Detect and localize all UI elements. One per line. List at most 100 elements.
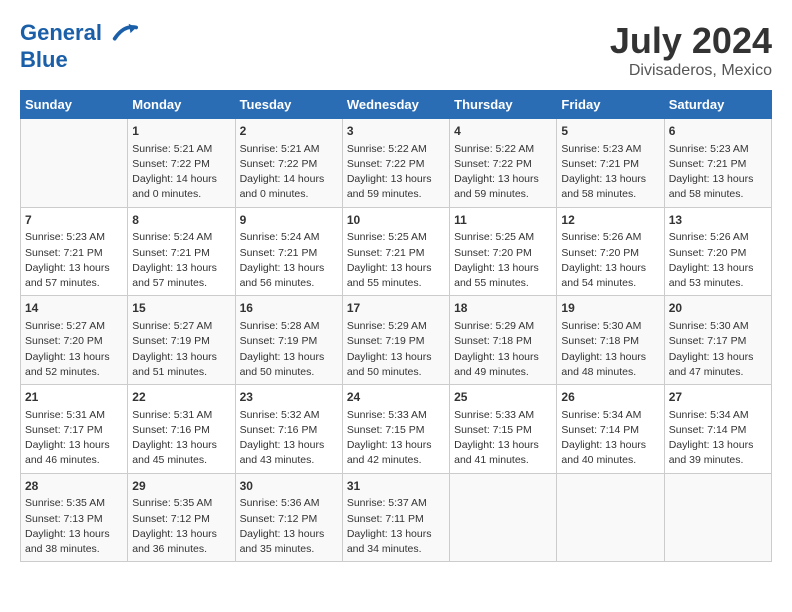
day-number: 2: [240, 123, 338, 140]
calendar-week-row: 21Sunrise: 5:31 AM Sunset: 7:17 PM Dayli…: [21, 385, 772, 474]
calendar-cell: 5Sunrise: 5:23 AM Sunset: 7:21 PM Daylig…: [557, 119, 664, 208]
day-number: 4: [454, 123, 552, 140]
day-number: 15: [132, 300, 230, 317]
cell-info: Sunrise: 5:29 AM Sunset: 7:19 PM Dayligh…: [347, 319, 445, 380]
day-number: 19: [561, 300, 659, 317]
day-number: 29: [132, 478, 230, 495]
weekday-header-monday: Monday: [128, 91, 235, 119]
calendar-week-row: 28Sunrise: 5:35 AM Sunset: 7:13 PM Dayli…: [21, 473, 772, 562]
day-number: 21: [25, 389, 123, 406]
weekday-header-friday: Friday: [557, 91, 664, 119]
title-block: July 2024 Divisaderos, Mexico: [610, 20, 772, 80]
cell-info: Sunrise: 5:24 AM Sunset: 7:21 PM Dayligh…: [132, 230, 230, 291]
day-number: 14: [25, 300, 123, 317]
calendar-cell: 16 Sunrise: 5:28 AM Sunset: 7:19 PM Dayli…: [235, 296, 342, 385]
cell-info: Sunrise: 5:21 AM Sunset: 7:22 PM Dayligh…: [132, 142, 230, 203]
cell-info: Sunrise: 5:33 AM Sunset: 7:15 PM Dayligh…: [347, 408, 445, 469]
weekday-header-thursday: Thursday: [450, 91, 557, 119]
logo-text: General Blue: [20, 20, 138, 72]
day-number: 6: [669, 123, 767, 140]
day-number: 8: [132, 212, 230, 229]
cell-info: Sunrise: 5:22 AM Sunset: 7:22 PM Dayligh…: [347, 142, 445, 203]
day-number: 9: [240, 212, 338, 229]
cell-info: Sunrise: 5:27 AM Sunset: 7:19 PM Dayligh…: [132, 319, 230, 380]
cell-info: Sunrise: 5:32 AM Sunset: 7:16 PM Dayligh…: [240, 408, 338, 469]
calendar-cell: 20 Sunrise: 5:30 AM Sunset: 7:17 PM Dayli…: [664, 296, 771, 385]
cell-info: Sunrise: 5:30 AM Sunset: 7:18 PM Dayligh…: [561, 319, 659, 380]
cell-info: Sunrise: 5:25 AM Sunset: 7:21 PM Dayligh…: [347, 230, 445, 291]
calendar-cell: 1Sunrise: 5:21 AM Sunset: 7:22 PM Daylig…: [128, 119, 235, 208]
logo: General Blue: [20, 20, 138, 72]
weekday-header-tuesday: Tuesday: [235, 91, 342, 119]
weekday-header-saturday: Saturday: [664, 91, 771, 119]
logo-icon: [110, 20, 138, 48]
day-number: 12: [561, 212, 659, 229]
calendar-cell: 18 Sunrise: 5:29 AM Sunset: 7:18 PM Dayli…: [450, 296, 557, 385]
day-number: 31: [347, 478, 445, 495]
day-number: 3: [347, 123, 445, 140]
calendar-cell: 8Sunrise: 5:24 AM Sunset: 7:21 PM Daylig…: [128, 207, 235, 296]
month-year-title: July 2024: [610, 20, 772, 62]
cell-info: Sunrise: 5:26 AM Sunset: 7:20 PM Dayligh…: [669, 230, 767, 291]
calendar-cell: 30Sunrise: 5:36 AM Sunset: 7:12 PM Dayli…: [235, 473, 342, 562]
cell-info: Sunrise: 5:29 AM Sunset: 7:18 PM Dayligh…: [454, 319, 552, 380]
location-subtitle: Divisaderos, Mexico: [610, 62, 772, 80]
cell-info: Sunrise: 5:23 AM Sunset: 7:21 PM Dayligh…: [669, 142, 767, 203]
cell-info: Sunrise: 5:22 AM Sunset: 7:22 PM Dayligh…: [454, 142, 552, 203]
calendar-cell: 23 Sunrise: 5:32 AM Sunset: 7:16 PM Dayli…: [235, 385, 342, 474]
day-number: 22: [132, 389, 230, 406]
calendar-cell: 11Sunrise: 5:25 AM Sunset: 7:20 PM Dayli…: [450, 207, 557, 296]
calendar-cell: 10Sunrise: 5:25 AM Sunset: 7:21 PM Dayli…: [342, 207, 449, 296]
calendar-cell: 9Sunrise: 5:24 AM Sunset: 7:21 PM Daylig…: [235, 207, 342, 296]
cell-info: Sunrise: 5:34 AM Sunset: 7:14 PM Dayligh…: [561, 408, 659, 469]
calendar-cell: 13Sunrise: 5:26 AM Sunset: 7:20 PM Dayli…: [664, 207, 771, 296]
cell-info: Sunrise: 5:28 AM Sunset: 7:19 PM Dayligh…: [240, 319, 338, 380]
calendar-cell: 2Sunrise: 5:21 AM Sunset: 7:22 PM Daylig…: [235, 119, 342, 208]
day-number: 18: [454, 300, 552, 317]
day-number: 16: [240, 300, 338, 317]
day-number: 5: [561, 123, 659, 140]
weekday-header-wednesday: Wednesday: [342, 91, 449, 119]
calendar-cell: [557, 473, 664, 562]
day-number: 7: [25, 212, 123, 229]
calendar-cell: 7Sunrise: 5:23 AM Sunset: 7:21 PM Daylig…: [21, 207, 128, 296]
day-number: 24: [347, 389, 445, 406]
day-number: 25: [454, 389, 552, 406]
day-number: 23: [240, 389, 338, 406]
calendar-cell: 21Sunrise: 5:31 AM Sunset: 7:17 PM Dayli…: [21, 385, 128, 474]
day-number: 11: [454, 212, 552, 229]
calendar-cell: [21, 119, 128, 208]
cell-info: Sunrise: 5:35 AM Sunset: 7:12 PM Dayligh…: [132, 496, 230, 557]
calendar-cell: 14Sunrise: 5:27 AM Sunset: 7:20 PM Dayli…: [21, 296, 128, 385]
day-number: 20: [669, 300, 767, 317]
logo-line1: General: [20, 20, 102, 45]
calendar-cell: 27 Sunrise: 5:34 AM Sunset: 7:14 PM Dayli…: [664, 385, 771, 474]
logo-line2: Blue: [20, 47, 68, 72]
calendar-cell: 29Sunrise: 5:35 AM Sunset: 7:12 PM Dayli…: [128, 473, 235, 562]
day-number: 30: [240, 478, 338, 495]
day-number: 10: [347, 212, 445, 229]
calendar-cell: 31Sunrise: 5:37 AM Sunset: 7:11 PM Dayli…: [342, 473, 449, 562]
calendar-cell: 25 Sunrise: 5:33 AM Sunset: 7:15 PM Dayli…: [450, 385, 557, 474]
cell-info: Sunrise: 5:30 AM Sunset: 7:17 PM Dayligh…: [669, 319, 767, 380]
weekday-header-row: SundayMondayTuesdayWednesdayThursdayFrid…: [21, 91, 772, 119]
cell-info: Sunrise: 5:33 AM Sunset: 7:15 PM Dayligh…: [454, 408, 552, 469]
calendar-week-row: 14Sunrise: 5:27 AM Sunset: 7:20 PM Dayli…: [21, 296, 772, 385]
calendar-cell: 15 Sunrise: 5:27 AM Sunset: 7:19 PM Dayli…: [128, 296, 235, 385]
calendar-cell: 28Sunrise: 5:35 AM Sunset: 7:13 PM Dayli…: [21, 473, 128, 562]
calendar-cell: [664, 473, 771, 562]
calendar-cell: 24 Sunrise: 5:33 AM Sunset: 7:15 PM Dayli…: [342, 385, 449, 474]
calendar-cell: 17 Sunrise: 5:29 AM Sunset: 7:19 PM Dayli…: [342, 296, 449, 385]
page-header: General Blue July 2024 Divisaderos, Mexi…: [20, 20, 772, 80]
cell-info: Sunrise: 5:36 AM Sunset: 7:12 PM Dayligh…: [240, 496, 338, 557]
day-number: 17: [347, 300, 445, 317]
calendar-cell: 3 Sunrise: 5:22 AM Sunset: 7:22 PM Daylig…: [342, 119, 449, 208]
cell-info: Sunrise: 5:37 AM Sunset: 7:11 PM Dayligh…: [347, 496, 445, 557]
cell-info: Sunrise: 5:26 AM Sunset: 7:20 PM Dayligh…: [561, 230, 659, 291]
day-number: 26: [561, 389, 659, 406]
cell-info: Sunrise: 5:24 AM Sunset: 7:21 PM Dayligh…: [240, 230, 338, 291]
cell-info: Sunrise: 5:25 AM Sunset: 7:20 PM Dayligh…: [454, 230, 552, 291]
day-number: 27: [669, 389, 767, 406]
calendar-cell: 4 Sunrise: 5:22 AM Sunset: 7:22 PM Daylig…: [450, 119, 557, 208]
cell-info: Sunrise: 5:34 AM Sunset: 7:14 PM Dayligh…: [669, 408, 767, 469]
